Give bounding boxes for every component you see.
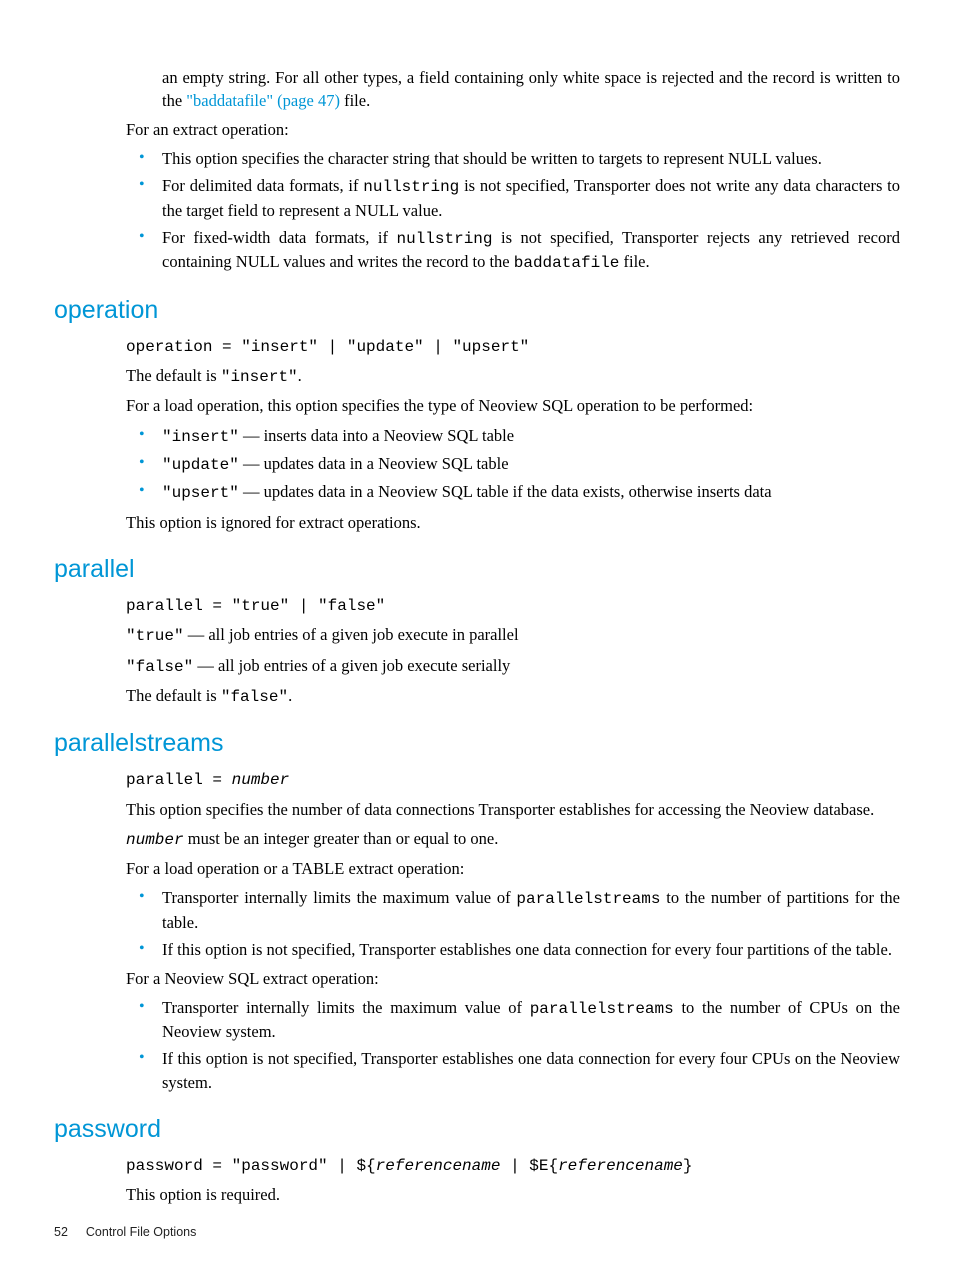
code: baddatafile	[514, 254, 620, 272]
code: "insert"	[221, 368, 298, 386]
page-footer: 52 Control File Options	[54, 1224, 196, 1242]
text: — all job entries of a given job execute…	[193, 656, 510, 675]
code-italic: number	[126, 831, 184, 849]
code: "update"	[162, 456, 239, 474]
text: — updates data in a Neoview SQL table	[239, 454, 509, 473]
footer-title: Control File Options	[86, 1225, 196, 1239]
text: file.	[340, 91, 370, 110]
code-italic: number	[232, 771, 290, 789]
text: For delimited data formats, if	[162, 176, 363, 195]
ps-b4: If this option is not specified, Transpo…	[126, 1047, 900, 1093]
text: }	[683, 1157, 693, 1175]
ps-b2: If this option is not specified, Transpo…	[126, 938, 900, 961]
text: The default is	[126, 366, 221, 385]
text: Transporter internally limits the maximu…	[162, 998, 530, 1017]
ps-b1: Transporter internally limits the maximu…	[126, 886, 900, 933]
code: "insert"	[162, 428, 239, 446]
operation-syntax: operation = "insert" | "update" | "upser…	[126, 336, 900, 358]
operation-p2: For a load operation, this option specif…	[126, 394, 900, 417]
page: an empty string. For all other types, a …	[0, 0, 954, 1271]
parallelstreams-p1: This option specifies the number of data…	[126, 798, 900, 821]
intro-b1: This option specifies the character stri…	[126, 147, 900, 170]
heading-parallelstreams: parallelstreams	[54, 726, 900, 761]
code: parallelstreams	[530, 1000, 674, 1018]
intro-p2: For an extract operation:	[126, 118, 900, 141]
password-syntax: password = "password" | ${referencename …	[126, 1155, 900, 1177]
operation-p1: The default is "insert".	[126, 364, 900, 388]
text: — all job entries of a given job execute…	[184, 625, 519, 644]
heading-parallel: parallel	[54, 552, 900, 587]
intro-b2: For delimited data formats, if nullstrin…	[126, 174, 900, 221]
text: | $E{	[500, 1157, 558, 1175]
text: .	[298, 366, 302, 385]
page-number: 52	[54, 1225, 68, 1239]
parallel-l2: "false" — all job entries of a given job…	[126, 654, 900, 678]
code: "true"	[126, 627, 184, 645]
parallel-l1: "true" — all job entries of a given job …	[126, 623, 900, 647]
code: nullstring	[396, 230, 492, 248]
operation-b2: "update" — updates data in a Neoview SQL…	[126, 452, 900, 476]
text: For fixed-width data formats, if	[162, 228, 396, 247]
code-italic: referencename	[376, 1157, 501, 1175]
text: Transporter internally limits the maximu…	[162, 888, 516, 907]
baddatafile-link[interactable]: "baddatafile" (page 47)	[186, 91, 340, 110]
page-content: an empty string. For all other types, a …	[54, 66, 900, 1206]
heading-operation: operation	[54, 293, 900, 328]
operation-bullets: "insert" — inserts data into a Neoview S…	[126, 424, 900, 505]
ps-b3: Transporter internally limits the maximu…	[126, 996, 900, 1043]
text: must be an integer greater than or equal…	[184, 829, 499, 848]
operation-b1: "insert" — inserts data into a Neoview S…	[126, 424, 900, 448]
parallelstreams-syntax: parallel = number	[126, 769, 900, 791]
code: nullstring	[363, 178, 459, 196]
heading-password: password	[54, 1112, 900, 1147]
parallelstreams-p2: number must be an integer greater than o…	[126, 827, 900, 851]
code: parallelstreams	[516, 890, 660, 908]
intro-bullets: This option specifies the character stri…	[126, 147, 900, 274]
text: .	[288, 686, 292, 705]
code: "false"	[221, 688, 288, 706]
operation-p3: This option is ignored for extract opera…	[126, 511, 900, 534]
operation-b3: "upsert" — updates data in a Neoview SQL…	[126, 480, 900, 504]
intro-b3: For fixed-width data formats, if nullstr…	[126, 226, 900, 275]
code: "upsert"	[162, 484, 239, 502]
code: "false"	[126, 658, 193, 676]
text: — inserts data into a Neoview SQL table	[239, 426, 514, 445]
parallel-syntax: parallel = "true" | "false"	[126, 595, 900, 617]
parallel-p: The default is "false".	[126, 684, 900, 708]
text: password = "password" | ${	[126, 1157, 376, 1175]
parallelstreams-p3: For a load operation or a TABLE extract …	[126, 857, 900, 880]
parallelstreams-bullets2: Transporter internally limits the maximu…	[126, 996, 900, 1094]
text: The default is	[126, 686, 221, 705]
text: — updates data in a Neoview SQL table if…	[239, 482, 772, 501]
text: parallel =	[126, 771, 232, 789]
intro-p1: an empty string. For all other types, a …	[162, 66, 900, 112]
parallelstreams-bullets1: Transporter internally limits the maximu…	[126, 886, 900, 961]
code-italic: referencename	[558, 1157, 683, 1175]
password-p1: This option is required.	[126, 1183, 900, 1206]
text: file.	[619, 252, 649, 271]
parallelstreams-p4: For a Neoview SQL extract operation:	[126, 967, 900, 990]
